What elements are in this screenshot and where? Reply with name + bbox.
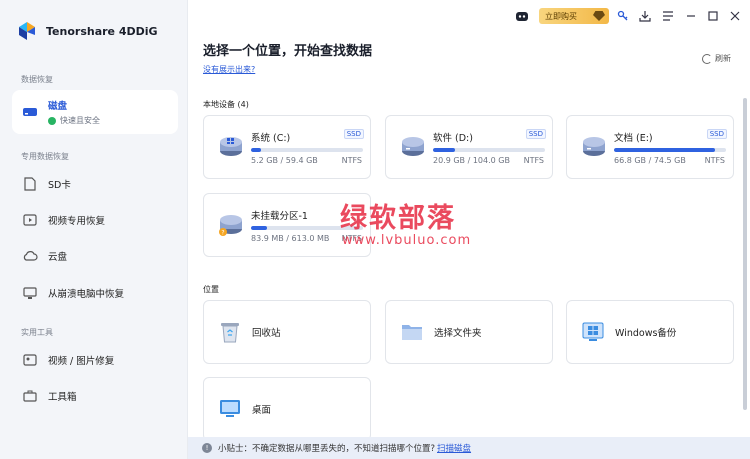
assistant-icon[interactable]: [515, 9, 529, 23]
sidebar-item-video-photo-repair[interactable]: 视频 / 图片修复: [12, 343, 178, 377]
page-title: 选择一个位置，开始查找数据: [203, 44, 373, 59]
disk-type-badge: SSD: [343, 129, 364, 139]
toolbox-icon: [22, 388, 38, 404]
disk-card[interactable]: 文档 (E:) SSD 66.8 GB / 74.5 GB NTFS: [566, 115, 734, 179]
disk-usage-fill: [433, 148, 456, 152]
refresh-icon: [702, 53, 712, 64]
sd-card-icon: [22, 176, 38, 192]
logo-icon: [16, 20, 38, 42]
scrollbar[interactable]: [743, 98, 747, 410]
desktop-icon: [218, 397, 242, 421]
disk-usage-bar: [251, 148, 363, 152]
folder-icon: [400, 320, 424, 344]
disk-name: 未挂载分区-1: [251, 211, 308, 222]
disk-name: 软件 (D:): [433, 133, 473, 144]
sidebar-item-toolbox[interactable]: 工具箱: [12, 379, 178, 413]
disk-size: 20.9 GB / 104.0 GB: [433, 156, 510, 165]
video-icon: [22, 212, 38, 228]
maximize-icon[interactable]: [706, 9, 720, 23]
disk-drive-icon: [400, 134, 426, 160]
disk-usage-fill: [614, 148, 715, 152]
disk-usage-fill: [251, 226, 267, 230]
sidebar-item-label: 工具箱: [48, 392, 77, 403]
section-data-recovery: 数据恢复: [21, 75, 53, 84]
recycle-bin-icon: [218, 320, 242, 344]
sidebar-item-label: 云盘: [48, 252, 68, 263]
disk-size: 66.8 GB / 74.5 GB: [614, 156, 686, 165]
watermark-url: www.lvbuluo.com: [342, 233, 472, 248]
disk-type-badge: SSD: [525, 129, 546, 139]
disk-card[interactable]: 软件 (D:) SSD 20.9 GB / 104.0 GB NTFS: [385, 115, 553, 179]
disk-card[interactable]: 系统 (C:) SSD 5.2 GB / 59.4 GB NTFS: [203, 115, 371, 179]
location-select-folder[interactable]: 选择文件夹: [385, 300, 553, 364]
diamond-icon: [593, 11, 605, 21]
disk-name: 系统 (C:): [251, 133, 291, 144]
menu-icon[interactable]: [661, 9, 675, 23]
repair-icon: [22, 352, 38, 368]
not-shown-link[interactable]: 没有展示出来?: [203, 64, 255, 75]
sidebar: Tenorshare 4DDiG 数据恢复 磁盘 快速且安全 专用数据恢复 SD…: [0, 0, 188, 459]
disk-usage-fill: [251, 148, 262, 152]
download-icon[interactable]: [638, 9, 652, 23]
app-logo: Tenorshare 4DDiG: [16, 20, 158, 42]
hard-drive-icon: [22, 104, 38, 120]
disk-filesystem: NTFS: [704, 156, 725, 165]
sidebar-item-label: 视频专用恢复: [48, 216, 106, 227]
disk-drive-icon: [581, 134, 607, 160]
buy-now-label: 立即购买: [545, 11, 577, 21]
refresh-button[interactable]: 刷新: [702, 53, 731, 64]
minimize-icon[interactable]: [684, 9, 698, 23]
scan-disk-link[interactable]: 扫描磁盘: [437, 442, 471, 454]
sidebar-item-video-recovery[interactable]: 视频专用恢复: [12, 203, 178, 237]
sidebar-item-disk[interactable]: 磁盘 快速且安全: [12, 90, 178, 134]
tip-text: 小贴士：不确定数据从哪里丢失的，不知道扫描哪个位置?: [218, 444, 436, 454]
key-icon[interactable]: [616, 9, 630, 23]
location-windows-backup[interactable]: Windows备份: [566, 300, 734, 364]
close-icon[interactable]: [728, 9, 742, 23]
shield-icon: [48, 116, 56, 125]
svg-text:?: ?: [221, 230, 224, 237]
section-utilities: 实用工具: [21, 328, 53, 337]
location-label: 位置: [203, 285, 219, 294]
disk-drive-icon: ?: [218, 212, 244, 238]
buy-now-button[interactable]: 立即购买: [539, 8, 609, 24]
disk-filesystem: NTFS: [523, 156, 544, 165]
disk-filesystem: NTFS: [341, 156, 362, 165]
location-label-text: 桌面: [252, 405, 272, 416]
cloud-icon: [22, 248, 38, 264]
crashed-pc-icon: [22, 285, 38, 301]
windows-icon: [581, 320, 605, 344]
disk-drive-icon: [218, 134, 244, 160]
info-icon: !: [202, 443, 212, 453]
sidebar-item-label: 视频 / 图片修复: [48, 356, 115, 367]
tip-bar: ! 小贴士：不确定数据从哪里丢失的，不知道扫描哪个位置? 扫描磁盘: [188, 437, 750, 459]
refresh-label: 刷新: [715, 54, 731, 63]
section-special-recovery: 专用数据恢复: [21, 152, 69, 161]
sidebar-item-sublabel: 快速且安全: [60, 116, 100, 125]
location-label-text: 选择文件夹: [434, 328, 482, 339]
sidebar-item-cloud[interactable]: 云盘: [12, 239, 178, 273]
disk-type-badge: SSD: [706, 129, 727, 139]
disk-name: 文档 (E:): [614, 133, 653, 144]
location-recycle-bin[interactable]: 回收站: [203, 300, 371, 364]
local-devices-label: 本地设备 (4): [203, 100, 249, 109]
sidebar-item-sd-card[interactable]: SD卡: [12, 167, 178, 201]
sidebar-item-label: 从崩溃电脑中恢复: [48, 289, 125, 300]
disk-usage-bar: [433, 148, 545, 152]
sidebar-item-label: SD卡: [48, 180, 71, 191]
location-label-text: Windows备份: [615, 328, 677, 339]
sidebar-item-crashed-pc[interactable]: 从崩溃电脑中恢复: [12, 276, 178, 310]
location-desktop[interactable]: 桌面: [203, 377, 371, 441]
disk-usage-bar: [614, 148, 726, 152]
watermark-title: 绿软部落: [340, 203, 456, 234]
location-label-text: 回收站: [252, 328, 281, 339]
disk-size: 83.9 MB / 613.0 MB: [251, 234, 330, 243]
app-name: Tenorshare 4DDiG: [46, 24, 158, 38]
sidebar-item-label: 磁盘: [48, 101, 68, 112]
disk-size: 5.2 GB / 59.4 GB: [251, 156, 318, 165]
